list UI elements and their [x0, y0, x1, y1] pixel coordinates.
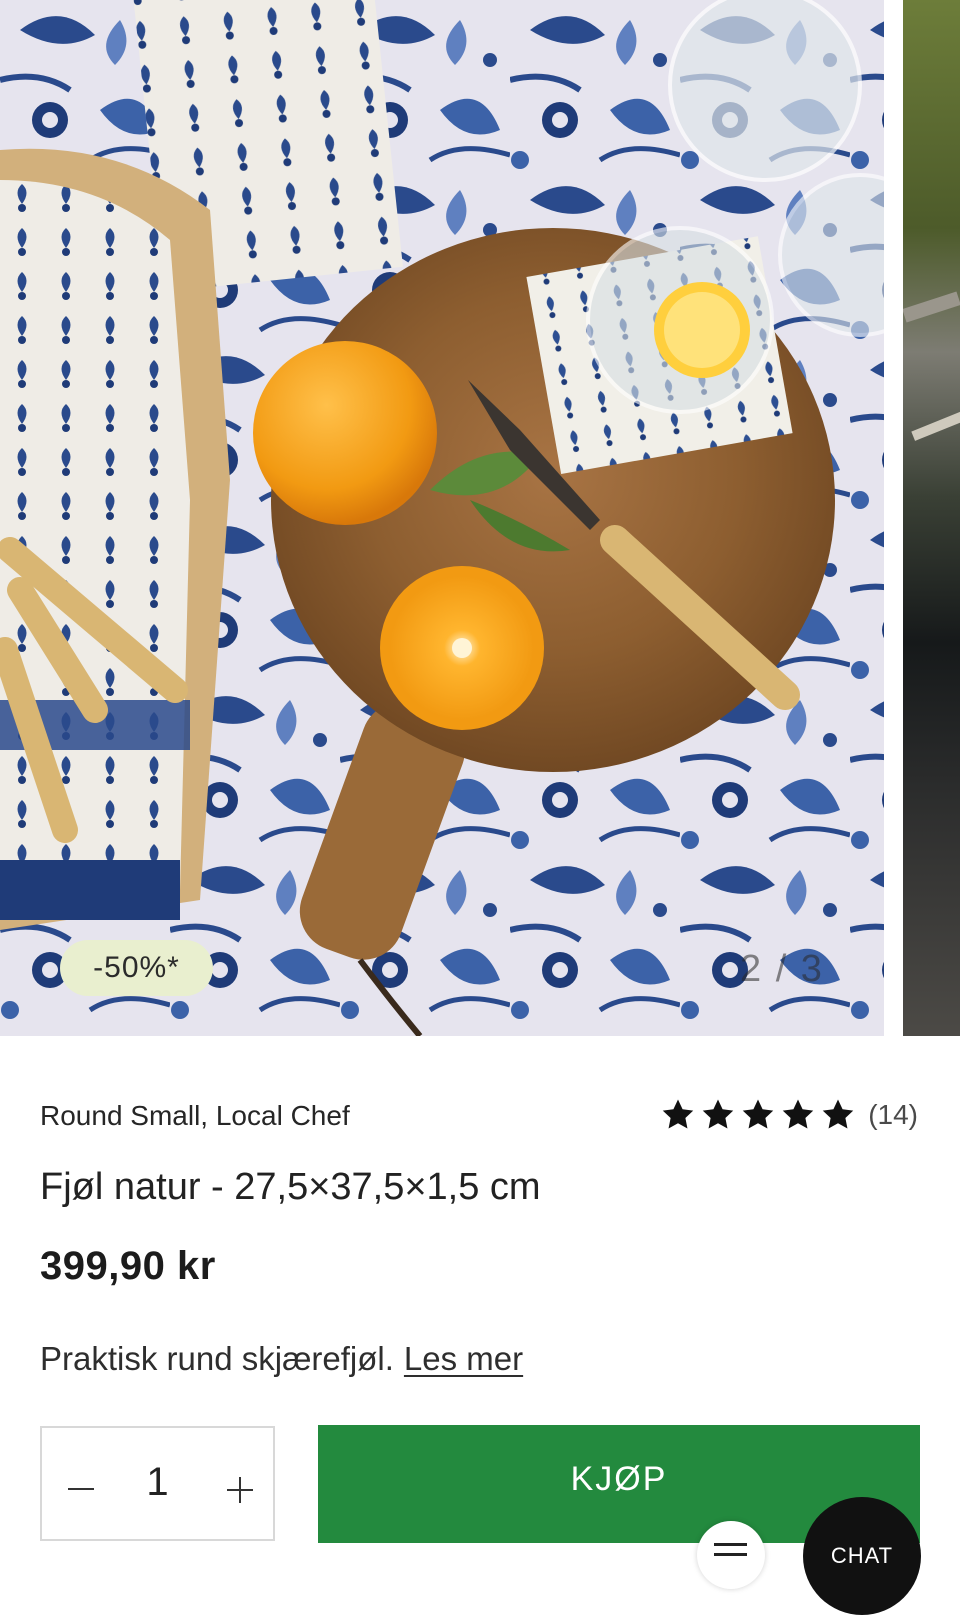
product-image[interactable]: [0, 0, 884, 1036]
star-icon: [702, 1099, 734, 1129]
next-product-image[interactable]: [903, 0, 960, 1036]
plus-icon[interactable]: [227, 1477, 253, 1503]
star-icon: [662, 1099, 694, 1129]
image-counter: 2 / 3: [740, 948, 824, 990]
product-description: Praktisk rund skjærefjøl. Les mer: [40, 1340, 523, 1378]
star-icon: [822, 1099, 854, 1129]
read-more-link[interactable]: Les mer: [404, 1340, 523, 1377]
chat-label: CHAT: [830, 1543, 894, 1568]
star-icon: [742, 1099, 774, 1129]
discount-badge: -50%*: [60, 940, 213, 996]
product-photo: [0, 0, 884, 1036]
product-title: Fjøl natur - 27,5×37,5×1,5 cm: [40, 1166, 541, 1208]
product-rating[interactable]: (14): [660, 1098, 918, 1132]
product-image-gallery[interactable]: -50%* 2 / 3: [0, 0, 960, 1036]
photo-detail: [903, 291, 960, 323]
star-icon: [782, 1099, 814, 1129]
menu-icon: [714, 1543, 747, 1546]
review-count[interactable]: (14): [868, 1099, 918, 1131]
menu-button[interactable]: [697, 1521, 765, 1589]
description-text: Praktisk rund skjærefjøl.: [40, 1340, 394, 1377]
quantity-stepper[interactable]: 1: [40, 1426, 275, 1541]
product-brand: Round Small, Local Chef: [40, 1100, 350, 1131]
product-price: 399,90 kr: [40, 1244, 216, 1288]
chat-button[interactable]: CHAT: [803, 1497, 921, 1615]
menu-icon: [714, 1553, 747, 1556]
photo-detail: [911, 409, 960, 441]
